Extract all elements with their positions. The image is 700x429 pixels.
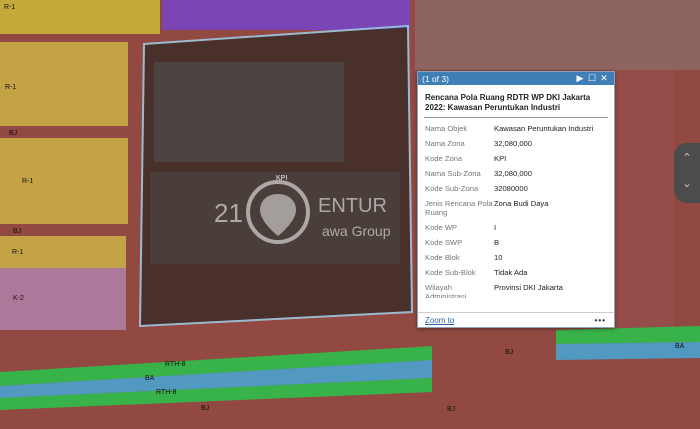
popup-title: Rencana Pola Ruang RDTR WP DKI Jakarta 2… <box>424 85 608 118</box>
attribute-key: Kode SWP <box>425 238 463 247</box>
attribute-row: Nama Objek Kawasan Peruntukan Industri <box>425 124 608 133</box>
zone-purple <box>162 0 410 30</box>
close-icon[interactable]: ✕ <box>598 73 610 84</box>
popup-attributes[interactable]: Nama Objek Kawasan Peruntukan Industri Na… <box>418 118 614 298</box>
maximize-icon[interactable]: ☐ <box>586 73 598 84</box>
chevron-up-icon[interactable]: ⌃ <box>680 151 694 165</box>
attribute-key: Nama Sub-Zona <box>425 169 481 178</box>
zone-label: BJ <box>447 406 456 413</box>
attribute-key: Kode Zona <box>425 154 463 163</box>
zone-label: BA <box>675 343 685 350</box>
zoom-to-link[interactable]: Zoom to <box>425 316 454 325</box>
attribute-value: KPI <box>494 154 507 163</box>
attribute-row: Kode Sub-Blok Tidak Ada <box>425 268 608 277</box>
zone-label: BJ <box>13 228 22 235</box>
zone-label: BJ <box>201 405 210 412</box>
attribute-key: Wilayah Administrasi <box>425 283 467 298</box>
roof-building-1 <box>154 62 344 162</box>
attribute-key: Nama Zona <box>425 139 465 148</box>
zone-label: BJ <box>9 130 18 137</box>
attribute-value: I <box>494 223 497 232</box>
attribute-row: Kode Blok 10 <box>425 253 608 262</box>
attribute-key: Kode Sub-Blok <box>425 268 476 277</box>
attribute-key: Kode Sub-Zona <box>425 184 479 193</box>
attribute-key: Kode Blok <box>425 253 460 262</box>
zone-label: K-2 <box>13 295 24 302</box>
attribute-value: Zona Budi Daya <box>494 199 549 208</box>
chevron-down-icon[interactable]: ⌄ <box>680 177 694 191</box>
zone-r1-block-1 <box>0 42 128 126</box>
zone-label: BJ <box>505 349 514 356</box>
watermark-subtext: awa Group <box>322 223 391 239</box>
map-nav-control: ⌃ ⌄ <box>674 143 700 203</box>
next-feature-button[interactable]: ▶ <box>574 73 586 84</box>
attribute-value: Provinsi DKI Jakarta <box>494 283 563 292</box>
attribute-row: Wilayah Administrasi Provinsi DKI Jakarta <box>425 283 608 298</box>
attribute-key: Nama Objek <box>425 124 468 133</box>
attribute-value: Tidak Ada <box>494 268 528 277</box>
attribute-value: B <box>494 238 500 247</box>
watermark-number: 21 <box>214 198 243 228</box>
attribute-row: Nama Zona 32,080,000 <box>425 139 608 148</box>
zone-r1-block-2 <box>0 138 128 224</box>
popup-footer: Zoom to ••• <box>418 312 614 327</box>
watermark-logo: 21 ENTUR awa Group <box>214 180 391 244</box>
zone-label: RTH-8 <box>165 361 186 368</box>
attribute-value: 32,080,000 <box>494 169 533 178</box>
attribute-value: 32,080,000 <box>494 139 533 148</box>
watermark-text: ENTUR <box>318 195 387 217</box>
attribute-row: Jenis Rencana Pola Ruang Zona Budi Daya <box>425 199 608 217</box>
attribute-value: 10 <box>494 253 503 262</box>
attribute-key: Jenis Rencana Pola Ruang <box>425 199 493 217</box>
zone-label: RTH-8 <box>156 389 177 396</box>
attribute-row: Kode SWP B <box>425 238 608 247</box>
attribute-value: Kawasan Peruntukan Industri <box>494 124 594 133</box>
zone-right-top <box>415 0 700 70</box>
popup-header: (1 of 3) ▶ ☐ ✕ <box>418 72 614 85</box>
zone-label: R-1 <box>5 84 17 91</box>
attribute-row: Kode Zona KPI <box>425 154 608 163</box>
zone-label: BA <box>145 375 155 382</box>
more-options-button[interactable]: ••• <box>595 316 606 325</box>
attribute-row: Kode WP I <box>425 223 608 232</box>
zone-right-industrial <box>612 70 674 330</box>
attribute-value: 32080000 <box>494 184 528 193</box>
attribute-row: Nama Sub-Zona 32,080,000 <box>425 169 608 178</box>
zone-r1-top <box>0 0 160 34</box>
popup-pager: (1 of 3) <box>422 73 449 84</box>
zone-label: R-1 <box>22 178 34 185</box>
zone-label: R-1 <box>4 4 16 11</box>
attribute-key: Kode WP <box>425 223 458 232</box>
location-pin-icon <box>260 194 296 236</box>
zone-label: R-1 <box>12 249 24 256</box>
attribute-row: Kode Sub-Zona 32080000 <box>425 184 608 193</box>
feature-popup[interactable]: (1 of 3) ▶ ☐ ✕ Rencana Pola Ruang RDTR W… <box>417 71 615 328</box>
